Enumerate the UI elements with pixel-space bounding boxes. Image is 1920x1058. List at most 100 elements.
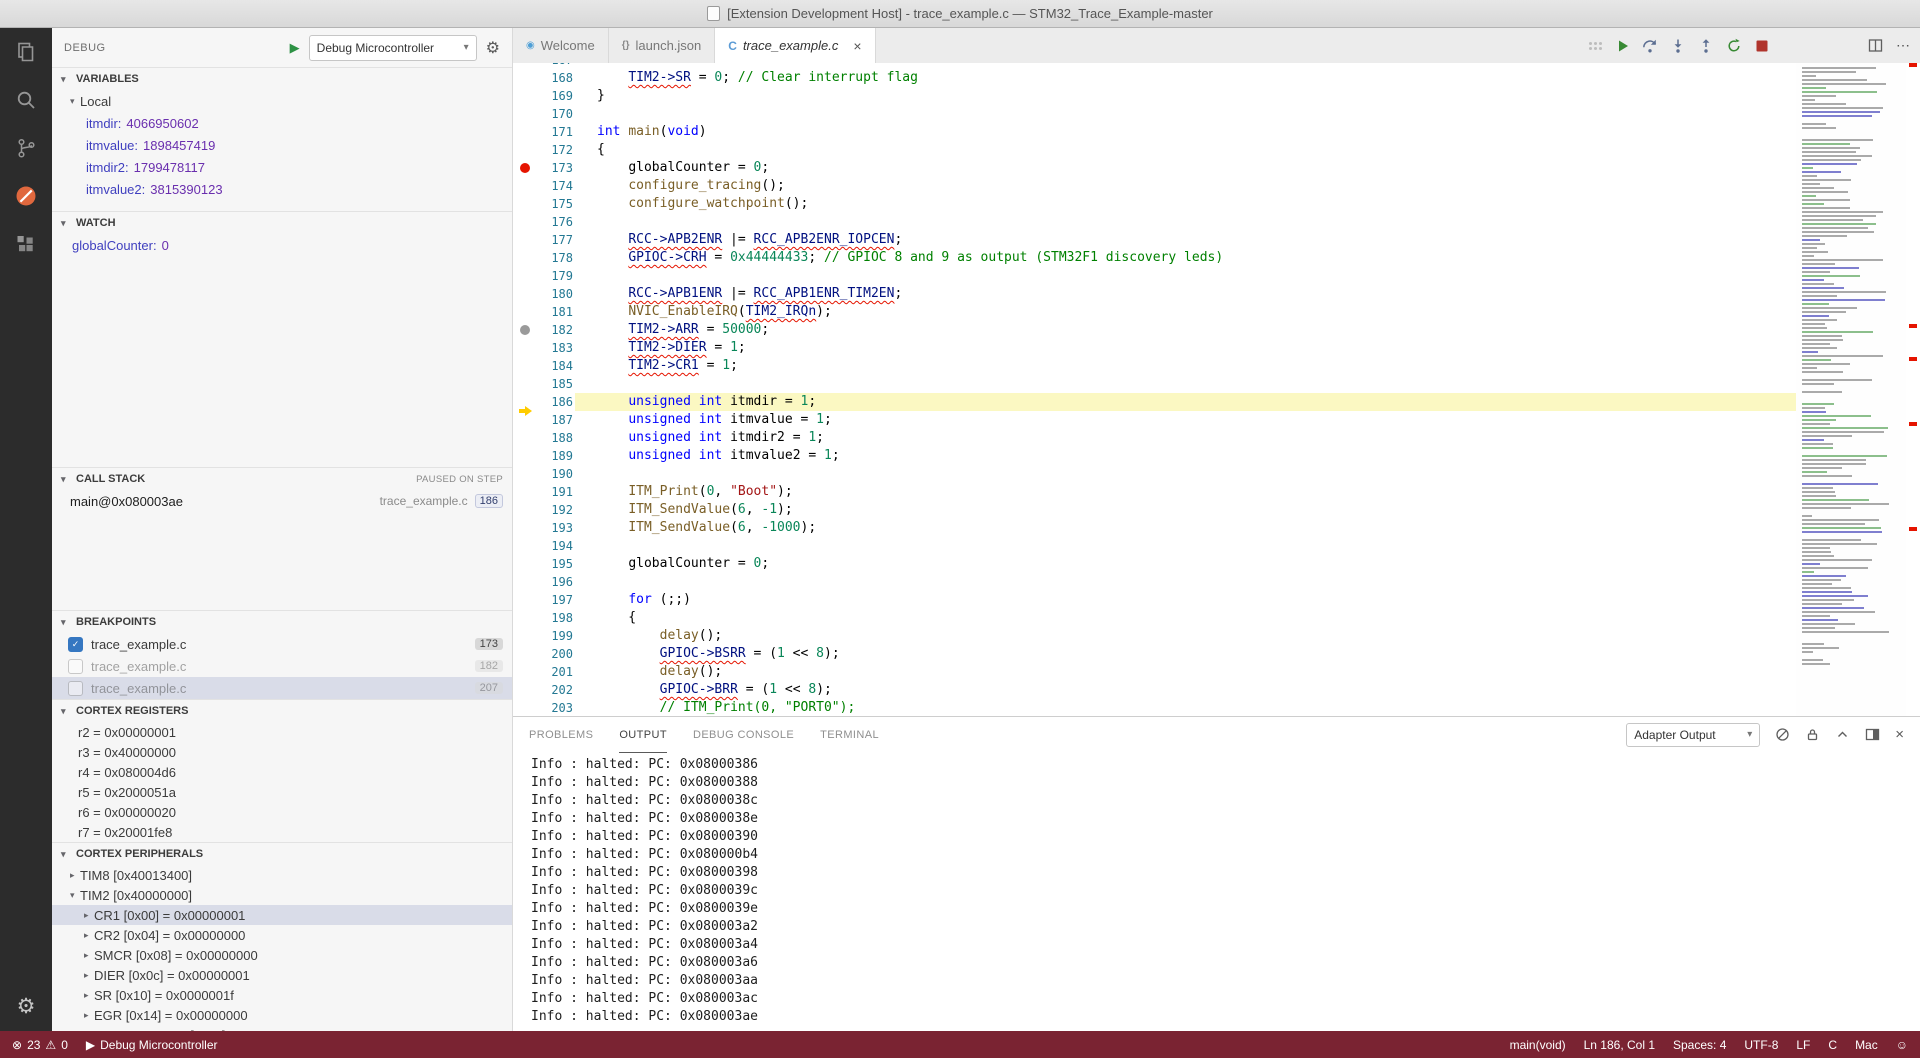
tab-trace-example-c[interactable]: Ctrace_example.c× (715, 28, 875, 63)
register-row[interactable]: r7 = 0x20001fe8 (52, 822, 512, 842)
extensions-icon[interactable] (0, 220, 52, 268)
peripheral-row[interactable]: ▸EGR [0x14] = 0x00000000 (52, 1005, 512, 1025)
code-line-195[interactable]: 195 globalCounter = 0; (513, 555, 1808, 573)
output-channel-select[interactable]: Adapter Output ▾ (1626, 723, 1760, 747)
peripheral-row[interactable]: ▾TIM2 [0x40000000] (52, 885, 512, 905)
code-line-200[interactable]: 200 GPIOC->BSRR = (1 << 8); (513, 645, 1808, 663)
source-control-icon[interactable] (0, 124, 52, 172)
code-line-170[interactable]: 170 (513, 105, 1808, 123)
code-line-187[interactable]: 187 unsigned int itmvalue = 1; (513, 411, 1808, 429)
code-line-173[interactable]: 173 globalCounter = 0; (513, 159, 1808, 177)
code-line-190[interactable]: 190 (513, 465, 1808, 483)
watch-row[interactable]: globalCounter:0 (52, 234, 512, 256)
code-line-185[interactable]: 185 (513, 375, 1808, 393)
register-row[interactable]: r5 = 0x2000051a (52, 782, 512, 802)
code-line-177[interactable]: 177 RCC->APB2ENR |= RCC_APB2ENR_IOPCEN; (513, 231, 1808, 249)
toolbar-drag-handle-icon[interactable] (1589, 42, 1602, 50)
clear-output-icon[interactable] (1775, 727, 1790, 742)
step-into-button[interactable] (1670, 38, 1686, 54)
code-line-171[interactable]: 171int main(void) (513, 123, 1808, 141)
code-line-186[interactable]: 186 unsigned int itmdir = 1; (513, 393, 1808, 411)
variable-row[interactable]: itmdir:4066950602 (52, 112, 512, 134)
search-icon[interactable] (0, 76, 52, 124)
code-line-180[interactable]: 180 RCC->APB1ENR |= RCC_APB1ENR_TIM2EN; (513, 285, 1808, 303)
configure-launch-gear-icon[interactable]: ⚙ (486, 38, 500, 58)
code-line-176[interactable]: 176 (513, 213, 1808, 231)
code-line-192[interactable]: 192 ITM_SendValue(6, -1); (513, 501, 1808, 519)
code-line-182[interactable]: 182 TIM2->ARR = 50000; (513, 321, 1808, 339)
code-line-188[interactable]: 188 unsigned int itmdir2 = 1; (513, 429, 1808, 447)
platform-status[interactable]: Mac (1855, 1038, 1878, 1052)
code-line-193[interactable]: 193 ITM_SendValue(6, -1000); (513, 519, 1808, 537)
cursor-position[interactable]: Ln 186, Col 1 (1584, 1038, 1655, 1052)
code-line-197[interactable]: 197 for (;;) (513, 591, 1808, 609)
scope-row[interactable]: ▾Local (52, 90, 512, 112)
code-line-179[interactable]: 179 (513, 267, 1808, 285)
variable-row[interactable]: itmvalue:1898457419 (52, 134, 512, 156)
code-line-178[interactable]: 178 GPIOC->CRH = 0x44444433; // GPIOC 8 … (513, 249, 1808, 267)
code-line-181[interactable]: 181 NVIC_EnableIRQ(TIM2_IRQn); (513, 303, 1808, 321)
tab-welcome[interactable]: ◉Welcome (513, 28, 609, 63)
close-icon[interactable]: × (853, 38, 861, 54)
breakpoint-row[interactable]: trace_example.c207 (52, 677, 512, 699)
encoding-status[interactable]: UTF-8 (1744, 1038, 1778, 1052)
register-row[interactable]: r6 = 0x00000020 (52, 802, 512, 822)
code-line-175[interactable]: 175 configure_watchpoint(); (513, 195, 1808, 213)
overview-ruler[interactable] (1906, 63, 1920, 716)
language-mode[interactable]: C (1828, 1038, 1837, 1052)
step-over-button[interactable] (1642, 38, 1658, 54)
continue-button[interactable] (1616, 39, 1630, 53)
code-line-198[interactable]: 198 { (513, 609, 1808, 627)
code-line-194[interactable]: 194 (513, 537, 1808, 555)
more-actions-icon[interactable]: ⋯ (1896, 37, 1910, 54)
peripheral-row[interactable]: ▸TIM8 [0x40013400] (52, 865, 512, 885)
feedback-smiley-icon[interactable]: ☺ (1896, 1038, 1908, 1052)
step-out-button[interactable] (1698, 38, 1714, 54)
variable-row[interactable]: itmdir2:1799478117 (52, 156, 512, 178)
eol-status[interactable]: LF (1796, 1038, 1810, 1052)
callstack-section-header[interactable]: ▾ CALL STACK PAUSED ON STEP (52, 468, 512, 490)
stack-frame[interactable]: main@0x080003aetrace_example.c186 (52, 490, 512, 512)
watch-section-header[interactable]: ▾ WATCH (52, 212, 512, 234)
code-line-202[interactable]: 202 GPIOC->BRR = (1 << 8); (513, 681, 1808, 699)
panel-tab-terminal[interactable]: TERMINAL (820, 717, 879, 753)
breakpoint-row[interactable]: trace_example.c182 (52, 655, 512, 677)
indentation-status[interactable]: Spaces: 4 (1673, 1038, 1726, 1052)
breakpoint-checkbox[interactable] (68, 681, 83, 696)
register-row[interactable]: r4 = 0x080004d6 (52, 762, 512, 782)
breakpoint-checkbox[interactable]: ✓ (68, 637, 83, 652)
panel-layout-icon[interactable] (1865, 727, 1880, 742)
peripheral-row[interactable]: ▸DIER [0x0c] = 0x00000001 (52, 965, 512, 985)
output-console[interactable]: Info : halted: PC: 0x08000386Info : halt… (513, 752, 1920, 1031)
code-line-184[interactable]: 184 TIM2->CR1 = 1; (513, 357, 1808, 375)
peripheral-row[interactable]: ▸SMCR [0x08] = 0x00000000 (52, 945, 512, 965)
code-line-203[interactable]: 203 // ITM_Print(0, "PORT0"); (513, 699, 1808, 716)
code-line-169[interactable]: 169} (513, 87, 1808, 105)
peripheral-row[interactable]: ▸CCMR1_Output [0x18] = 0x00000000 (52, 1025, 512, 1031)
panel-tab-debug-console[interactable]: DEBUG CONSOLE (693, 717, 794, 753)
start-debugging-button[interactable]: ▶ (290, 40, 300, 56)
code-line-172[interactable]: 172{ (513, 141, 1808, 159)
peripheral-row[interactable]: ▸CR1 [0x00] = 0x00000001 (52, 905, 512, 925)
tab-launch-json[interactable]: {}launch.json (609, 28, 716, 63)
variable-row[interactable]: itmvalue2:3815390123 (52, 178, 512, 200)
register-row[interactable]: r3 = 0x40000000 (52, 742, 512, 762)
registers-section-header[interactable]: ▾ CORTEX REGISTERS (52, 700, 512, 722)
breakpoint-dot-gray[interactable] (520, 325, 530, 335)
problems-status[interactable]: ⊗ 23 ⚠ 0 (12, 1038, 68, 1052)
breakpoint-row[interactable]: ✓trace_example.c173 (52, 633, 512, 655)
peripherals-section-header[interactable]: ▾ CORTEX PERIPHERALS (52, 843, 512, 865)
close-panel-icon[interactable]: × (1895, 726, 1904, 743)
minimap[interactable] (1796, 63, 1906, 716)
code-line-196[interactable]: 196 (513, 573, 1808, 591)
restart-button[interactable] (1726, 38, 1742, 54)
breakpoint-dot-red[interactable] (520, 163, 530, 173)
panel-tab-problems[interactable]: PROBLEMS (529, 717, 593, 753)
breakpoints-section-header[interactable]: ▾ BREAKPOINTS (52, 611, 512, 633)
launch-config-select[interactable]: Debug Microcontroller ▾ (309, 35, 477, 61)
peripheral-row[interactable]: ▸SR [0x10] = 0x0000001f (52, 985, 512, 1005)
code-line-168[interactable]: 168 TIM2->SR = 0; // Clear interrupt fla… (513, 69, 1808, 87)
explorer-icon[interactable] (0, 28, 52, 76)
code-line-189[interactable]: 189 unsigned int itmvalue2 = 1; (513, 447, 1808, 465)
peripheral-row[interactable]: ▸CR2 [0x04] = 0x00000000 (52, 925, 512, 945)
